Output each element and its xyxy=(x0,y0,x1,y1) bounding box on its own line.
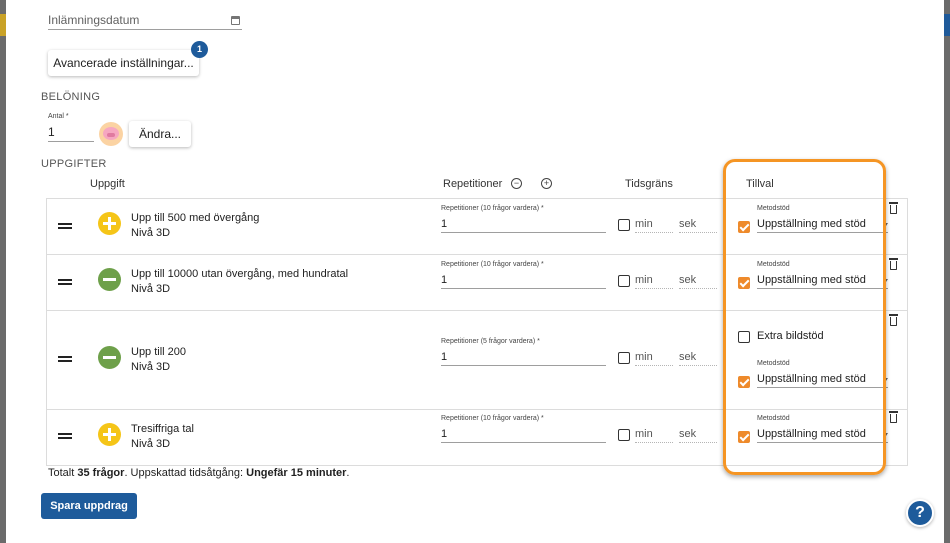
method-support-checkbox[interactable] xyxy=(738,431,750,443)
delete-icon[interactable] xyxy=(889,258,898,270)
submission-date-field[interactable]: Inlämningsdatum xyxy=(48,8,242,30)
pig-reward-icon xyxy=(99,122,123,146)
repetitions-input[interactable]: 1 xyxy=(441,215,606,233)
task-title: Upp till 10000 utan övergång, med hundra… xyxy=(131,268,349,295)
column-header-task: Uppgift xyxy=(90,178,125,190)
method-support-checkbox[interactable] xyxy=(738,221,750,233)
time-limit-checkbox[interactable] xyxy=(618,219,630,231)
minutes-input[interactable]: min xyxy=(635,215,673,233)
table-row: Tresiffriga tal Nivå 3D Repetitioner (10… xyxy=(47,410,907,465)
help-icon[interactable]: ? xyxy=(906,499,934,527)
tasks-section-title: UPPGIFTER xyxy=(41,158,107,170)
backdrop-accent-right xyxy=(944,14,950,36)
method-support-label: Metodstöd xyxy=(757,415,790,422)
minutes-input[interactable]: min xyxy=(635,271,673,289)
task-title: Upp till 200 Nivå 3D xyxy=(131,346,187,373)
drag-handle-icon[interactable] xyxy=(58,279,72,285)
delete-icon[interactable] xyxy=(889,314,898,326)
table-row: Upp till 200 Nivå 3D Repetitioner (5 frå… xyxy=(47,311,907,410)
amount-label: Antal * xyxy=(48,113,69,120)
time-limit-checkbox[interactable] xyxy=(618,275,630,287)
seconds-input[interactable]: sek xyxy=(679,271,717,289)
status-plus-icon xyxy=(98,212,121,235)
method-support-checkbox[interactable] xyxy=(738,277,750,289)
drag-handle-icon[interactable] xyxy=(58,356,72,362)
assignment-dialog: Inlämningsdatum Avancerade inställningar… xyxy=(6,0,944,543)
method-support-label: Metodstöd xyxy=(757,205,790,212)
save-assignment-button[interactable]: Spara uppdrag xyxy=(41,493,137,519)
table-row: Upp till 500 med övergång Nivå 3D Repeti… xyxy=(47,199,907,255)
extra-image-support-checkbox[interactable] xyxy=(738,331,750,343)
assignment-summary: Totalt 35 frågor. Uppskattad tidsåtgång:… xyxy=(48,467,350,479)
repetitions-input[interactable]: 1 xyxy=(441,425,606,443)
time-limit-checkbox[interactable] xyxy=(618,429,630,441)
table-row: Upp till 10000 utan övergång, med hundra… xyxy=(47,255,907,311)
column-header-time-limit: Tidsgräns xyxy=(625,178,673,190)
repetitions-label: Repetitioner (10 frågor vardera) * xyxy=(441,261,544,268)
method-support-label: Metodstöd xyxy=(757,360,790,367)
repetitions-input[interactable]: 1 xyxy=(441,348,606,366)
method-support-select[interactable]: Uppställning med stöd xyxy=(757,425,888,443)
column-header-options: Tillval xyxy=(746,178,774,190)
delete-icon[interactable] xyxy=(889,411,898,423)
method-support-select[interactable]: Uppställning med stöd xyxy=(757,370,888,388)
task-title: Tresiffriga tal Nivå 3D xyxy=(131,423,194,450)
drag-handle-icon[interactable] xyxy=(58,223,72,229)
method-support-select[interactable]: Uppställning med stöd xyxy=(757,271,888,289)
minutes-input[interactable]: min xyxy=(635,425,673,443)
time-limit-checkbox[interactable] xyxy=(618,352,630,364)
task-title: Upp till 500 med övergång Nivå 3D xyxy=(131,212,260,239)
method-support-label: Metodstöd xyxy=(757,261,790,268)
repetitions-label: Repetitioner (10 frågor vardera) * xyxy=(441,205,544,212)
chevron-down-icon xyxy=(884,433,888,436)
seconds-input[interactable]: sek xyxy=(679,425,717,443)
chevron-down-icon xyxy=(884,378,888,381)
reward-section-title: BELÖNING xyxy=(41,91,101,103)
repetitions-label: Repetitioner (10 frågor vardera) * xyxy=(441,415,544,422)
extra-image-support-label: Extra bildstöd xyxy=(757,330,824,342)
status-minus-icon xyxy=(98,346,121,369)
amount-input[interactable]: 1 xyxy=(48,122,94,142)
advanced-settings-badge: 1 xyxy=(191,41,208,58)
seconds-input[interactable]: sek xyxy=(679,215,717,233)
status-plus-icon xyxy=(98,423,121,446)
change-reward-button[interactable]: Ändra... xyxy=(129,121,191,147)
repetitions-input[interactable]: 1 xyxy=(441,271,606,289)
method-support-checkbox[interactable] xyxy=(738,376,750,388)
delete-icon[interactable] xyxy=(889,202,898,214)
minutes-input[interactable]: min xyxy=(635,348,673,366)
advanced-settings-button[interactable]: Avancerade inställningar... xyxy=(48,50,199,76)
summary-estimated-time: Ungefär 15 minuter xyxy=(246,467,347,479)
decrease-repetitions-icon[interactable]: − xyxy=(511,178,522,189)
chevron-down-icon xyxy=(884,223,888,226)
chevron-down-icon xyxy=(884,279,888,282)
method-support-select[interactable]: Uppställning med stöd xyxy=(757,215,888,233)
drag-handle-icon[interactable] xyxy=(58,433,72,439)
increase-repetitions-icon[interactable]: + xyxy=(541,178,552,189)
calendar-icon[interactable] xyxy=(231,16,240,25)
submission-date-placeholder: Inlämningsdatum xyxy=(48,13,140,27)
repetitions-label: Repetitioner (5 frågor vardera) * xyxy=(441,338,540,345)
column-header-repetitions: Repetitioner xyxy=(443,178,503,190)
task-table: Upp till 500 med övergång Nivå 3D Repeti… xyxy=(46,198,908,466)
seconds-input[interactable]: sek xyxy=(679,348,717,366)
summary-question-count: 35 frågor xyxy=(77,467,125,479)
status-minus-icon xyxy=(98,268,121,291)
